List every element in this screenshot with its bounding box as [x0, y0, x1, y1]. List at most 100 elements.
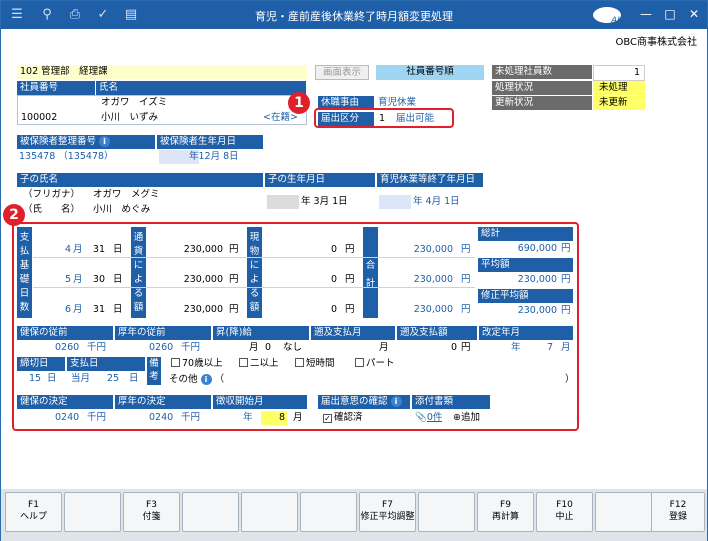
sum-value: 690,000 [517, 243, 557, 254]
maximize-icon[interactable]: □ [659, 5, 681, 23]
close-date-value[interactable]: 15 [29, 372, 41, 386]
info-icon[interactable]: i [99, 136, 111, 147]
other-close-paren: ） [565, 374, 575, 385]
highlight-box-1 [314, 108, 454, 128]
row1-month[interactable]: 4 [51, 243, 71, 257]
employee-no[interactable]: 100002 [21, 111, 57, 125]
modified-avg-value: 230,000 [517, 305, 557, 316]
pay-day[interactable]: 25 [107, 372, 119, 386]
row2-month-unit: 月 [73, 274, 83, 285]
child-name-label2: （氏 名） [23, 204, 81, 215]
insured-birth-value[interactable]: 年12月 8日 [159, 150, 259, 164]
revision-year[interactable]: 年 [511, 341, 521, 355]
row2-cash[interactable]: 230,000 [161, 273, 223, 287]
f7-adjust-button[interactable]: F7 修正平均調整 [359, 492, 416, 532]
f8-button[interactable] [418, 492, 475, 532]
row2-kind[interactable]: 0 [301, 273, 337, 287]
raise-month[interactable]: 月 [249, 341, 259, 355]
unprocessed-count: 1 [593, 65, 645, 81]
collection-start-month[interactable]: 8 [261, 411, 287, 425]
display-button[interactable]: 画面表示 [315, 65, 369, 80]
confirm-checkbox[interactable]: ✓ 確認済 [323, 411, 363, 425]
decision-pension-value[interactable]: 0240 [149, 411, 173, 425]
pay-month[interactable]: 当月 [71, 372, 90, 386]
title-bar: ☰ ⚲ ⎙ ✓ ▤ 育児・産前産後休業終了時月額変更処理 AI — □ ✕ [1, 1, 707, 29]
child-birth-value[interactable]: 年 3月 1日 [267, 195, 371, 209]
decision-pension-unit: 千円 [181, 412, 201, 423]
attach-add-button[interactable]: ⊕追加 [453, 411, 480, 425]
attach-count[interactable]: 📎0件 [415, 411, 442, 425]
dept-label: 102 管理部 経理課 [17, 65, 307, 79]
kind-amount-label: 現物による額 [247, 227, 262, 318]
opt-part[interactable]: パート [355, 357, 395, 371]
prev-pension-value[interactable]: 0260 [149, 341, 173, 355]
info-icon[interactable]: i [200, 374, 212, 385]
employee-name-header: 氏名 [96, 81, 306, 95]
prev-health-value[interactable]: 0260 [55, 341, 79, 355]
cash-amount-label: 通貨による額 [131, 227, 146, 318]
row3-month[interactable]: 6 [51, 303, 71, 317]
row1-days[interactable]: 31 [89, 243, 105, 257]
opt-two-plus[interactable]: 二以上 [239, 357, 279, 371]
f11-button[interactable] [595, 492, 652, 532]
row3-month-unit: 月 [73, 304, 83, 315]
info-icon[interactable]: i [390, 396, 402, 407]
revision-month[interactable]: 7 [547, 341, 553, 355]
note-label: 備考 [147, 357, 161, 385]
decision-health-value[interactable]: 0240 [55, 411, 79, 425]
f1-help-button[interactable]: F1 ヘルプ [5, 492, 62, 532]
opt-short-time[interactable]: 短時間 [295, 357, 335, 371]
child-name: 小川 めぐみ [93, 204, 151, 215]
close-date-label: 締切日 [17, 357, 65, 371]
add-icon: ⊕ [453, 412, 461, 423]
paperclip-icon: 📎 [415, 412, 427, 423]
row1-kind-yen: 円 [345, 244, 355, 255]
child-end-value[interactable]: 年 4月 1日 [379, 195, 479, 209]
collection-start-year[interactable]: 年 [243, 411, 253, 425]
f5-button[interactable] [241, 492, 298, 532]
f3-sticky-button[interactable]: F3 付箋 [123, 492, 180, 532]
prev-pension-label: 厚年の従前 [115, 326, 211, 340]
checked-icon[interactable]: ✓ [323, 414, 332, 423]
child-birth-label: 子の生年月日 [265, 173, 375, 187]
checkbox-short-time[interactable] [295, 358, 304, 367]
row1-cash[interactable]: 230,000 [161, 243, 223, 257]
opt-70-over[interactable]: 70歳以上 [171, 357, 223, 371]
prev-health-label: 健保の従前 [17, 326, 113, 340]
app-window: ☰ ⚲ ⎙ ✓ ▤ 育児・産前産後休業終了時月額変更処理 AI — □ ✕ OB… [0, 0, 708, 541]
retro-month[interactable]: 月 [379, 341, 389, 355]
f9-recalc-button[interactable]: F9 再計算 [477, 492, 534, 532]
checkbox-70-over[interactable] [171, 358, 180, 367]
update-status-label: 更新状況 [492, 96, 592, 110]
collection-start-unit: 月 [293, 412, 303, 423]
child-kana-label: （フリガナ） [23, 189, 81, 200]
row-divider [33, 287, 475, 288]
retro-amount[interactable]: 0 [441, 341, 457, 355]
row1-total: 230,000 [413, 244, 453, 255]
row2-month[interactable]: 5 [51, 273, 71, 287]
f10-cancel-button[interactable]: F10 中止 [536, 492, 593, 532]
checkbox-part[interactable] [355, 358, 364, 367]
child-name-label: 子の氏名 [17, 173, 263, 187]
row-divider [33, 257, 475, 258]
child-end-label: 育児休業等終了年月日 [377, 173, 483, 187]
row3-cash[interactable]: 230,000 [161, 303, 223, 317]
minimize-icon[interactable]: — [635, 5, 657, 23]
checkbox-two-plus[interactable] [239, 358, 248, 367]
f12-register-button[interactable]: F12 登録 [651, 492, 705, 532]
raise-value[interactable]: 0 [265, 341, 271, 355]
total-label: 合計 [363, 227, 378, 318]
sort-order-button[interactable]: 社員番号順 [376, 65, 484, 80]
retro-amount-label: 遡及支払額 [397, 326, 477, 340]
raise-label: 昇(降)給 [213, 326, 309, 340]
f6-button[interactable] [300, 492, 357, 532]
f2-button[interactable] [64, 492, 121, 532]
close-icon[interactable]: ✕ [683, 5, 705, 23]
row2-total-yen: 円 [461, 274, 471, 285]
row3-days[interactable]: 31 [89, 303, 105, 317]
row1-kind[interactable]: 0 [301, 243, 337, 257]
f4-button[interactable] [182, 492, 239, 532]
insured-no-value[interactable]: 135478 （135478） [19, 150, 114, 164]
row2-days[interactable]: 30 [89, 273, 105, 287]
row3-kind[interactable]: 0 [301, 303, 337, 317]
